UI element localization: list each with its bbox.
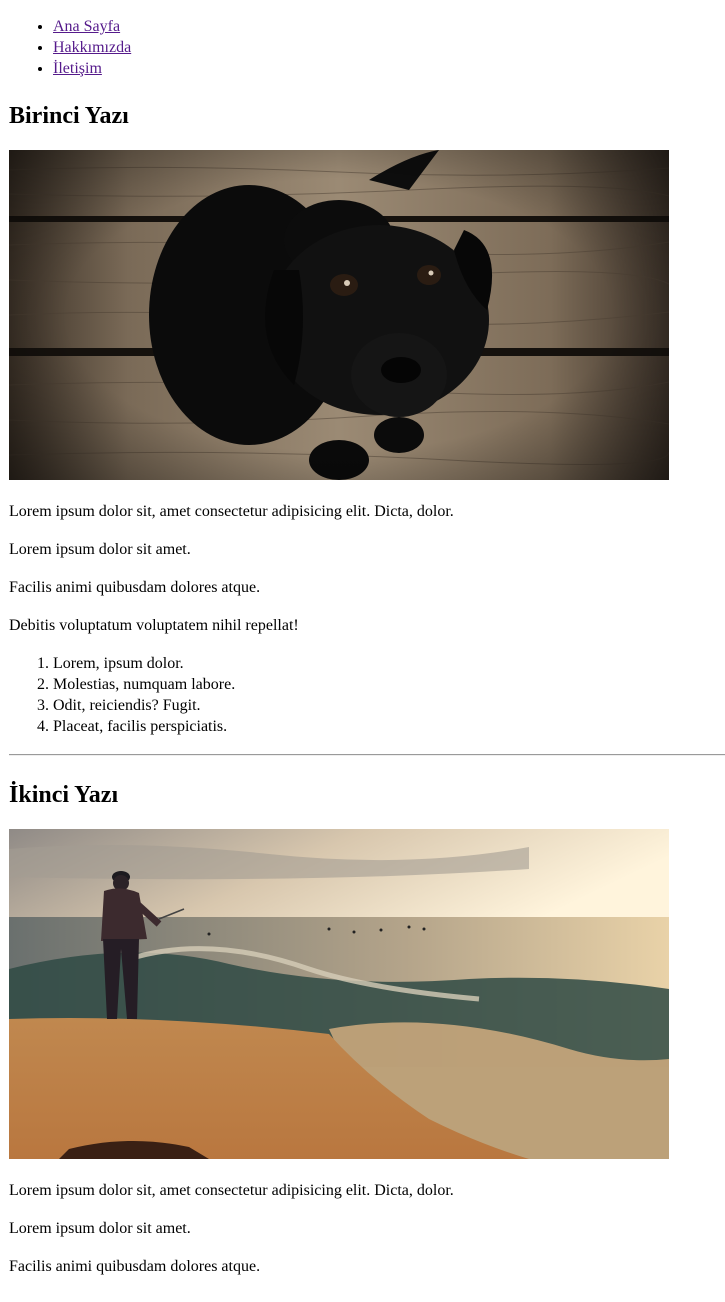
post-2-title: İkinci Yazı [9,782,119,808]
list-item: Placeat, facilis perspiciatis. [53,716,725,737]
nav-item-home: Ana Sayfa [53,16,725,37]
nav-link-home[interactable]: Ana Sayfa [53,18,120,35]
post-1-paragraph-3: Facilis animi quibusdam dolores atque. [9,579,261,596]
post-1-paragraph-1: Lorem ipsum dolor sit, amet consectetur … [9,503,454,520]
list-item: Molestias, numquam labore. [53,674,725,695]
nav-item-contact: İletişim [53,58,725,79]
list-item: Odit, reiciendis? Fugit. [53,695,725,716]
post-separator [9,754,725,756]
post-1-title: Birinci Yazı [9,103,129,129]
post-1-paragraph-2: Lorem ipsum dolor sit amet. [9,541,191,558]
nav-link-contact[interactable]: İletişim [53,60,102,77]
nav-link-about[interactable]: Hakkımızda [53,39,131,56]
post-1-ordered-list: Lorem, ipsum dolor. Molestias, numquam l… [9,653,725,737]
post-2-image [9,829,669,1159]
post-1-image [9,150,669,480]
post-1-paragraph-4: Debitis voluptatum voluptatem nihil repe… [9,617,299,634]
nav-item-about: Hakkımızda [53,37,725,58]
list-item: Lorem, ipsum dolor. [53,653,725,674]
post-2-paragraph-3: Facilis animi quibusdam dolores atque. [9,1258,261,1275]
post-2-paragraph-1: Lorem ipsum dolor sit, amet consectetur … [9,1182,454,1199]
post-2-paragraph-2: Lorem ipsum dolor sit amet. [9,1220,191,1237]
page: Ana Sayfa Hakkımızda İletişim Birinci Ya… [0,16,725,1277]
main-nav: Ana Sayfa Hakkımızda İletişim [9,16,725,79]
